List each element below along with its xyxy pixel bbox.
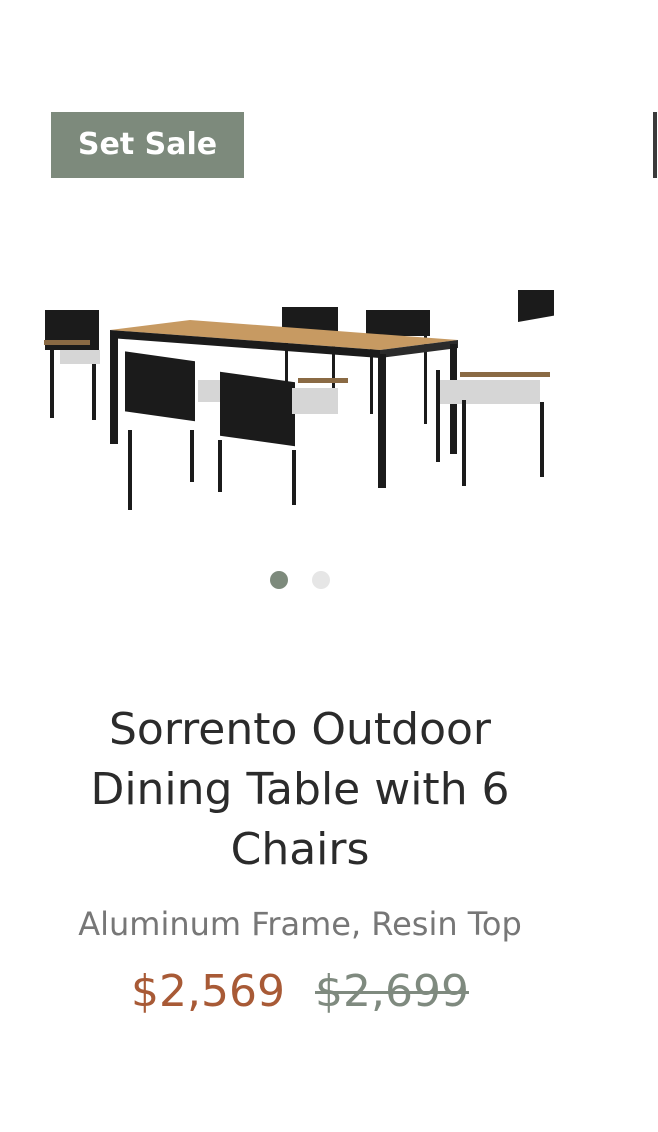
chair-front-1 [125,351,228,510]
next-slide-edge[interactable] [653,112,657,178]
carousel-dot-2[interactable] [312,571,330,589]
chair-right [436,290,554,486]
chair-left [44,310,100,420]
sale-price: $2,569 [131,966,285,1017]
original-price: $2,699 [315,966,469,1017]
price-row: $2,569 $2,699 [0,962,600,1022]
product-card[interactable]: Set Sale Sorrento Outdoor Dining Table w… [0,0,658,1132]
chair-front-2 [218,371,348,505]
product-subtitle: Aluminum Frame, Resin Top [78,905,522,943]
product-image[interactable] [30,290,590,520]
carousel-dots [0,571,600,589]
product-title[interactable]: Sorrento Outdoor Dining Table with 6 Cha… [40,700,560,880]
sale-badge: Set Sale [51,112,244,178]
carousel-dot-1[interactable] [270,571,288,589]
